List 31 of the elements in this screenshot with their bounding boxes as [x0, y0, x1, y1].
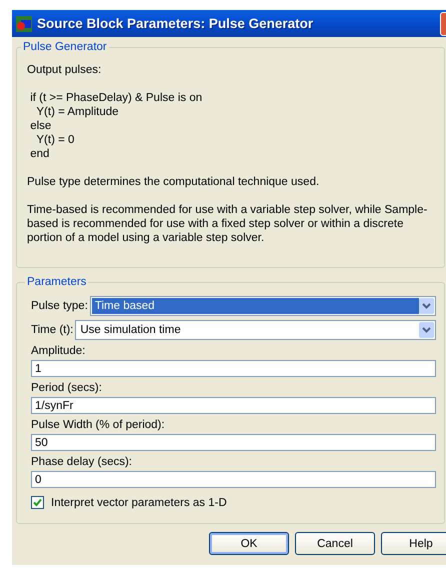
code-line: Y(t) = 0 [35, 133, 76, 147]
group-title: Parameters [26, 276, 88, 288]
description-text: Output pulses: [27, 63, 102, 77]
field-label: Pulse type: [31, 300, 88, 312]
dialog-button[interactable]: Help [381, 532, 446, 555]
code-line: Y(t) = Amplitude [35, 105, 120, 119]
code-line: else [29, 119, 52, 133]
dropdown[interactable]: Time based [90, 296, 436, 316]
field-label: Phase delay (secs): [31, 456, 133, 468]
code-line: end [29, 147, 50, 161]
input-field[interactable]: 1/synFr [31, 397, 436, 414]
field-label: Time (t): [31, 324, 74, 336]
input-field[interactable]: 50 [31, 434, 436, 451]
window-title: Source Block Parameters: Pulse Generator [37, 16, 314, 31]
dialog-button[interactable]: Cancel [295, 532, 375, 555]
description-text: Time-based is recommended for use with a variable step solver, while Sample-based is recommended for use with a fixed step solver or within a discrete portion of a model using a variable step solver. [27, 203, 428, 245]
checkbox[interactable] [31, 496, 44, 509]
chevron-down-icon [419, 322, 434, 338]
description-text: Pulse type determines the computational technique used. [27, 175, 320, 189]
group-title: Pulse Generator [22, 41, 108, 53]
block-icon [16, 16, 32, 32]
field-label: Pulse Width (% of period): [31, 419, 166, 431]
input-field[interactable]: 0 [31, 471, 436, 488]
input-field[interactable]: 1 [31, 360, 436, 377]
field-label: Amplitude: [31, 345, 86, 357]
checkbox-label: Interpret vector parameters as 1-D [51, 496, 227, 508]
dropdown[interactable]: Use simulation time [75, 320, 436, 340]
dialog-button[interactable]: OK [209, 532, 289, 555]
chevron-down-icon [419, 298, 434, 314]
field-label: Period (secs): [31, 382, 103, 394]
code-line: if (t >= PhaseDelay) & Pulse is on [29, 91, 204, 105]
